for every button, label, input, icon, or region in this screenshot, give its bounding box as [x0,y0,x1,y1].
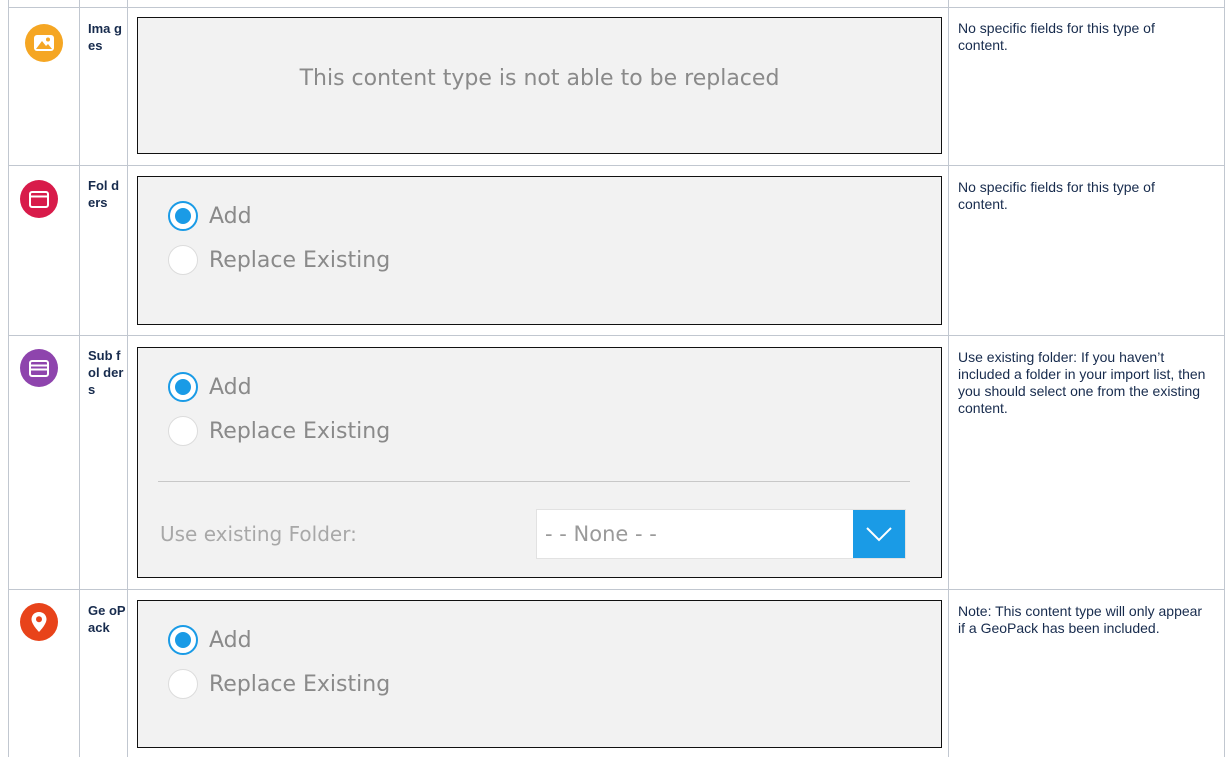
replace-existing-option[interactable]: Replace Existing [168,669,390,699]
folder-icon [20,180,58,218]
table-border-left [8,0,9,757]
table-column-divider [127,0,128,757]
replace-existing-label: Replace Existing [209,418,391,444]
table-row-divider [8,7,1225,8]
row-name: Ge oP ack [88,603,126,635]
replace-existing-radio[interactable] [168,669,198,699]
add-label: Add [209,203,252,229]
row-name: Ima ges [88,21,122,53]
content-screenshot: Add Replace Existing [137,176,942,325]
section-divider [158,481,910,482]
replace-existing-label: Replace Existing [209,671,391,697]
table-column-divider [79,0,80,757]
content-screenshot: Add Replace Existing Use existing Folder… [137,347,942,578]
not-replaceable-message: This content type is not able to be repl… [299,66,780,91]
add-option[interactable]: Add [168,201,252,231]
existing-folder-select[interactable]: - - None - - [536,509,906,559]
table-column-divider [948,0,949,757]
open-folder-icon [20,349,58,387]
replace-existing-label: Replace Existing [209,247,391,273]
add-label: Add [209,374,252,400]
add-radio[interactable] [168,201,198,231]
use-existing-folder-label: Use existing Folder: [160,522,357,546]
add-label: Add [209,627,252,653]
row-description: No specific fields for this type of cont… [958,179,1155,212]
chevron-down-icon[interactable] [853,510,905,558]
row-description: Note: This content type will only appear… [958,603,1203,636]
map-pin-icon [20,603,58,641]
content-screenshot: Add Replace Existing [137,600,942,748]
select-value: - - None - - [545,522,657,546]
content-screenshot: This content type is not able to be repl… [137,17,942,154]
replace-existing-radio[interactable] [168,416,198,446]
add-option[interactable]: Add [168,372,252,402]
table-row-divider [8,335,1225,336]
row-description: Use existing folder: If you haven’t incl… [958,349,1206,416]
add-radio[interactable] [168,625,198,655]
add-radio[interactable] [168,372,198,402]
table-row-divider [8,589,1225,590]
row-description: No specific fields for this type of cont… [958,20,1155,53]
image-icon [25,24,63,62]
row-name: Fol ders [88,178,120,210]
row-name: Sub fol ders [88,348,124,397]
table-row-divider [8,165,1225,166]
replace-existing-option[interactable]: Replace Existing [168,245,390,275]
replace-existing-option[interactable]: Replace Existing [168,416,390,446]
replace-existing-radio[interactable] [168,245,198,275]
add-option[interactable]: Add [168,625,252,655]
